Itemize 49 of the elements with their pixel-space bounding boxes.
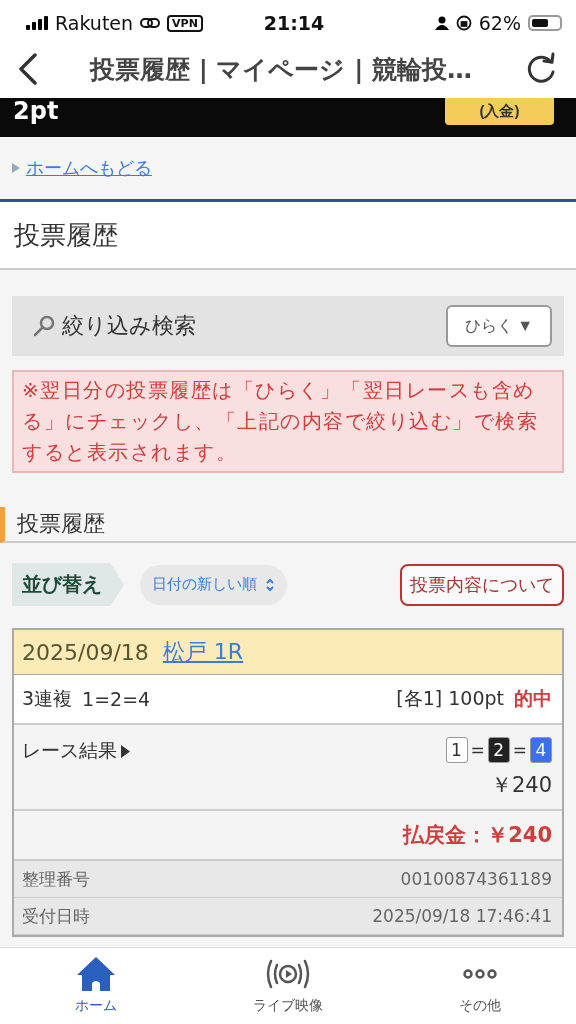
- frame-number: 4: [530, 737, 552, 763]
- sort-label: 並び替え: [12, 563, 124, 606]
- hit-status: 的中: [514, 686, 552, 711]
- deposit-button[interactable]: (入金): [445, 98, 554, 125]
- equals-sign: =: [512, 740, 527, 760]
- frame-number: 1: [445, 737, 468, 763]
- detail-label: 受付日時: [22, 904, 90, 928]
- search-icon: [32, 314, 56, 338]
- notice-message: ※翌日分の投票履歴は「ひらく」「翌日レースも含める」にチェックし、「上記の内容で絞り込む」で検索すると表示されます。: [12, 370, 564, 473]
- bet-combination: 1=2=4: [82, 688, 151, 710]
- equals-sign: =: [470, 740, 485, 760]
- bet-type: 3連複: [22, 686, 73, 711]
- triangle-icon: [12, 163, 20, 173]
- home-icon: [77, 957, 115, 991]
- sort-dropdown[interactable]: 日付の新しい順: [140, 564, 287, 605]
- tab-item[interactable]: ライブ映像: [192, 948, 384, 1024]
- battery-icon: [528, 15, 562, 31]
- point-balance: 2pt: [13, 98, 59, 124]
- frame-number: 2: [487, 737, 510, 763]
- detail-label: 整理番号: [22, 867, 90, 891]
- more-icon: [463, 969, 497, 979]
- battery-percent: 62%: [478, 12, 521, 34]
- about-button[interactable]: 投票内容について: [400, 563, 564, 606]
- status-time: 21:14: [263, 12, 325, 34]
- rotation-lock-icon: [455, 15, 472, 31]
- payout-odds: ￥240: [490, 772, 552, 799]
- home-link[interactable]: ホームへもどる: [26, 156, 152, 180]
- section-heading: 投票履歴: [17, 510, 105, 538]
- back-icon[interactable]: [18, 53, 38, 85]
- payout-amount: 払戻金：￥240: [403, 822, 552, 849]
- person-icon: [434, 16, 449, 30]
- tab-item[interactable]: ホーム: [0, 948, 192, 1024]
- bet-stake: [各1] 100pt: [396, 686, 504, 711]
- filter-title: 絞り込み検索: [62, 312, 197, 340]
- carrier-name: Rakuten: [55, 12, 134, 34]
- chevron-icon: [265, 577, 275, 592]
- triangle-icon: [121, 744, 130, 758]
- page-title: 投票履歴 | マイページ | 競輪投…: [88, 53, 474, 86]
- expand-button[interactable]: ひらく ▼: [446, 305, 552, 347]
- tab-item[interactable]: その他: [384, 948, 576, 1024]
- race-result-link[interactable]: レース結果: [22, 737, 130, 765]
- link-icon: [140, 17, 161, 29]
- vpn-badge: VPN: [167, 14, 203, 32]
- detail-value: 2025/09/18 17:46:41: [372, 906, 552, 926]
- broadcast-icon: [266, 957, 310, 991]
- race-date: 2025/09/18: [22, 639, 149, 665]
- detail-value: 00100874361189: [400, 869, 552, 889]
- section-heading: 投票履歴: [14, 218, 118, 252]
- signal-icon: [26, 16, 48, 30]
